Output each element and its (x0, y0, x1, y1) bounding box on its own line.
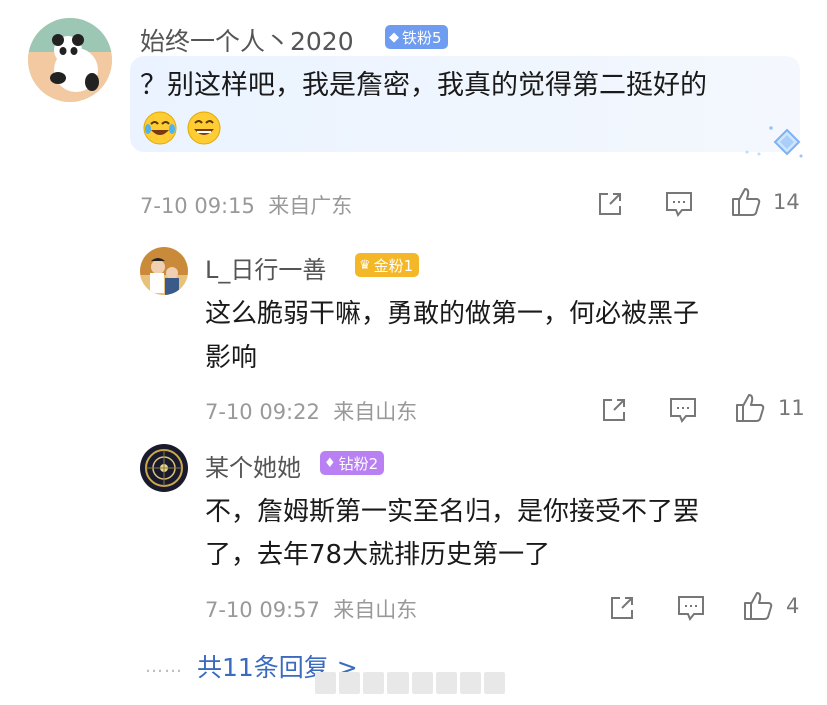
reply-text-line-2: 了，去年78大就排历史第一了 (205, 540, 551, 570)
avatar-reply-2[interactable] (140, 444, 188, 492)
share-button[interactable] (600, 396, 628, 424)
like-count: 11 (778, 396, 805, 420)
like-count: 14 (773, 190, 800, 214)
laughing-emoji (186, 110, 222, 146)
dots-divider: …… (145, 655, 183, 677)
reply-time: 7-10 09:57 来自山东 (205, 598, 418, 622)
username-reply-2[interactable]: 某个她她 (205, 448, 301, 483)
like-button[interactable] (734, 392, 766, 424)
reply-text-line-1: 不，詹姆斯第一实至名归，是你接受不了罢 (205, 497, 700, 527)
fan-badge-label: 铁粉5 (402, 28, 442, 47)
avatar-reply-1[interactable] (140, 247, 188, 295)
comment-time: 7-10 09:15 来自广东 (140, 194, 353, 218)
share-icon (611, 597, 633, 619)
share-button[interactable] (596, 190, 624, 218)
comment-button[interactable] (676, 594, 706, 622)
reply-text-line-1: 这么脆弱干嘛，勇敢的做第一，何必被黑子 (205, 299, 700, 329)
share-icon (599, 193, 621, 215)
fan-badge-iron[interactable]: ◆ 铁粉5 (385, 25, 448, 49)
watermark (315, 672, 505, 694)
comment-text: ？别这样吧，我是詹密，我真的觉得第二挺好的 (140, 70, 707, 101)
comment-icon (666, 192, 692, 217)
reply-time: 7-10 09:22 来自山东 (205, 400, 418, 424)
reply-location: 来自山东 (333, 400, 418, 424)
like-button[interactable] (742, 590, 774, 622)
diamond-icon: ◆ (389, 29, 399, 45)
fan-badge-gold[interactable]: ♛ 金粉1 (355, 253, 420, 277)
fan-badge-label: 钻粉2 (338, 454, 379, 473)
comment-icon (678, 596, 704, 621)
comment-button[interactable] (664, 190, 694, 218)
comment-location: 来自广东 (268, 194, 353, 218)
crying-laughing-emoji (142, 110, 178, 146)
like-button[interactable] (730, 186, 762, 218)
share-icon (603, 399, 625, 421)
fan-badge-label: 金粉1 (373, 256, 414, 275)
username-main[interactable]: 始终一个人丶2020 (140, 22, 354, 58)
thumbs-up-icon (736, 394, 765, 422)
gem-icon: ♦ (324, 455, 336, 471)
comment-button[interactable] (668, 396, 698, 424)
crown-icon: ♛ (359, 257, 371, 273)
share-button[interactable] (608, 594, 636, 622)
reply-location: 来自山东 (333, 598, 418, 622)
diamond-sparkle-icon (735, 124, 805, 164)
thumbs-up-icon (744, 592, 773, 620)
reply-text-line-2: 影响 (205, 343, 258, 373)
avatar-main[interactable] (28, 18, 112, 102)
comment-icon (670, 398, 696, 423)
username-reply-1[interactable]: L_日行一善 (205, 250, 326, 285)
like-count: 4 (786, 594, 800, 618)
thumbs-up-icon (732, 188, 761, 216)
fan-badge-diamond[interactable]: ♦ 钻粉2 (320, 451, 385, 475)
